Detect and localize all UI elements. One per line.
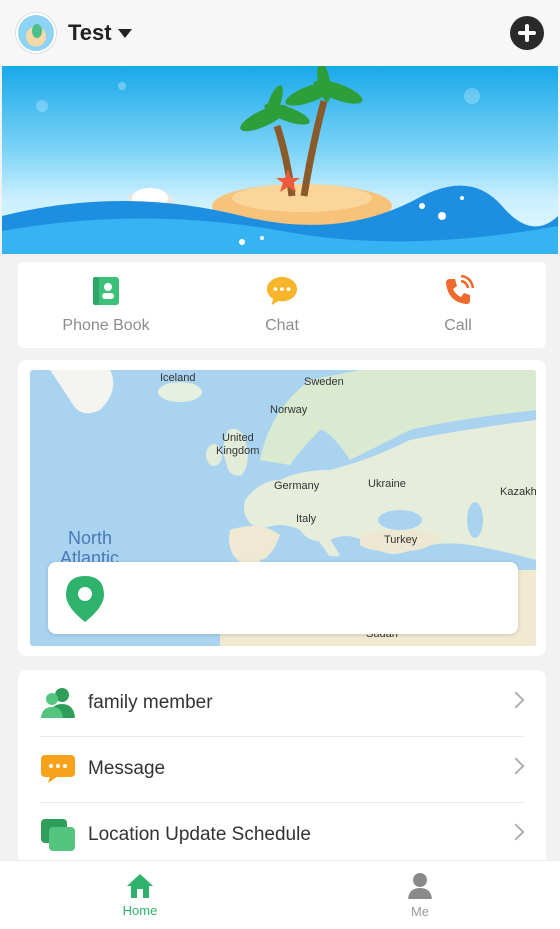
menu-list: family member Message Location Update Sc… — [18, 670, 546, 870]
menu-item-location-update-schedule[interactable]: Location Update Schedule — [18, 802, 546, 868]
chat-button[interactable]: Chat — [194, 262, 370, 348]
phone-book-button[interactable]: Phone Book — [18, 262, 194, 348]
phone-book-label: Phone Book — [62, 317, 150, 334]
map-label-turkey: Turkey — [384, 534, 418, 546]
menu-label-location-update-schedule: Location Update Schedule — [88, 824, 311, 845]
map-label-germany: Germany — [274, 480, 320, 492]
nav-me[interactable]: Me — [280, 861, 560, 929]
top-bar: Test — [0, 0, 560, 66]
chevron-right-icon — [507, 691, 525, 709]
map-label-iceland: Iceland — [160, 372, 196, 384]
chevron-right-icon — [507, 823, 525, 841]
add-device-button[interactable] — [510, 16, 544, 50]
phone-book-icon — [90, 275, 122, 307]
nav-label-me: Me — [410, 903, 430, 919]
call-label: Call — [444, 317, 472, 334]
chat-bubble-icon — [266, 275, 298, 307]
map-label-ukraine: Ukraine — [368, 478, 406, 490]
caret-down-icon — [117, 28, 132, 38]
menu-item-family-member[interactable]: family member — [18, 670, 546, 736]
map-label-uk-line2: Kingdom — [216, 445, 260, 457]
family-icon — [40, 685, 76, 721]
map-label-uk-line1: United — [222, 432, 254, 444]
message-icon — [40, 751, 76, 787]
map-label-sweden: Sweden — [304, 376, 344, 388]
nav-home[interactable]: Home — [0, 861, 280, 929]
call-button[interactable]: Call — [370, 262, 546, 348]
location-info-box[interactable] — [48, 562, 518, 634]
home-icon — [127, 873, 153, 898]
avatar[interactable] — [16, 13, 56, 53]
nav-label-home: Home — [122, 902, 158, 918]
map-label-north: North — [68, 528, 113, 548]
map-label-kazakh: Kazakh — [500, 486, 536, 498]
menu-label-family-member: family member — [88, 692, 213, 713]
menu-label-message: Message — [88, 758, 166, 779]
map-label-norway: Norway — [270, 404, 308, 416]
menu-item-message[interactable]: Message — [18, 736, 546, 802]
user-selector[interactable]: Test — [68, 20, 132, 46]
person-icon — [408, 872, 432, 899]
banner-image — [2, 66, 558, 254]
schedule-icon — [40, 817, 76, 853]
location-pin-icon — [64, 574, 106, 624]
map-label-italy: Italy — [296, 513, 317, 525]
chevron-right-icon — [507, 757, 525, 775]
chat-label: Chat — [265, 317, 299, 334]
phone-call-icon — [442, 275, 474, 307]
quick-actions: Phone Book Chat Call — [18, 262, 546, 348]
bottom-nav: Home Me — [0, 860, 560, 929]
user-name: Test — [68, 20, 112, 45]
